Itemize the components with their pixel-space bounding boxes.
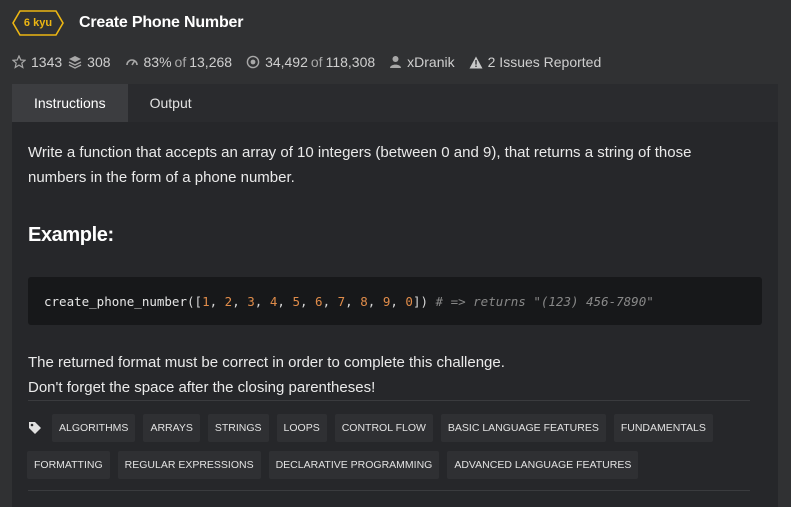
code-separator: , bbox=[209, 293, 225, 309]
example-heading: Example: bbox=[28, 224, 114, 246]
tag-strings[interactable]: STRINGS bbox=[207, 414, 269, 442]
code-separator: , bbox=[299, 293, 316, 309]
kata-title: Create Phone Number bbox=[79, 14, 244, 31]
kata-note: The returned format must be correct in o… bbox=[28, 350, 505, 400]
satisfaction-of: of bbox=[174, 54, 187, 70]
warning-icon bbox=[469, 56, 483, 69]
stars-stat[interactable]: 1343 bbox=[12, 54, 62, 70]
code-paren-close: ]) bbox=[412, 293, 436, 309]
user-icon bbox=[389, 55, 402, 69]
note-line-format: The returned format must be correct in o… bbox=[28, 354, 505, 371]
code-example: create_phone_number([1, 2, 3, 4, 5, 6, 7… bbox=[28, 277, 762, 325]
tag-declarative-programming[interactable]: DECLARATIVE PROGRAMMING bbox=[268, 451, 440, 479]
code-separator: , bbox=[345, 293, 361, 309]
kata-description: Write a function that accepts an array o… bbox=[28, 144, 692, 186]
tags-top-divider bbox=[28, 400, 750, 401]
code-number: 8 bbox=[360, 293, 368, 309]
code-separator: , bbox=[232, 293, 248, 309]
kyu-rank-label: 6 kyu bbox=[23, 17, 53, 29]
stars-count: 1343 bbox=[31, 54, 63, 70]
code-separator: , bbox=[254, 293, 270, 309]
code-comment: # => returns "(123) 456-7890" bbox=[435, 293, 654, 309]
code-number: 6 bbox=[315, 293, 323, 309]
satisfaction-icon bbox=[125, 55, 139, 69]
collection-icon bbox=[68, 55, 82, 69]
tag-control-flow[interactable]: CONTROL FLOW bbox=[334, 414, 433, 442]
code-separator: , bbox=[277, 293, 293, 309]
author-name: xDranik bbox=[407, 54, 455, 70]
collections-stat[interactable]: 308 bbox=[68, 54, 111, 70]
kata-stats: 1343 308 83% of 13,268 34,492 of 118,308… bbox=[12, 53, 615, 71]
completed-count: 34,492 bbox=[265, 54, 308, 70]
code-separator: , bbox=[322, 293, 338, 309]
author-stat[interactable]: xDranik bbox=[389, 54, 455, 70]
collections-count: 308 bbox=[87, 54, 111, 70]
issues-label: 2 Issues Reported bbox=[487, 54, 602, 70]
tag-formatting[interactable]: FORMATTING bbox=[27, 451, 110, 479]
code-number: 1 bbox=[202, 293, 210, 309]
completed-icon bbox=[246, 55, 260, 69]
tags-row-2: FORMATTING REGULAR EXPRESSIONS DECLARATI… bbox=[27, 451, 646, 479]
issues-stat[interactable]: 2 Issues Reported bbox=[469, 54, 602, 70]
kyu-rank-badge: 6 kyu bbox=[12, 10, 64, 36]
code-paren-open: ([ bbox=[187, 293, 203, 309]
tab-output[interactable]: Output bbox=[128, 84, 214, 122]
satisfaction-stat: 83% of 13,268 bbox=[125, 54, 233, 70]
code-number: 3 bbox=[247, 293, 255, 309]
star-icon bbox=[12, 55, 26, 69]
kata-panel: Instructions Output Write a function tha… bbox=[12, 84, 778, 507]
tags-bottom-divider bbox=[28, 490, 750, 491]
panel-tabs: Instructions Output bbox=[12, 84, 778, 122]
code-separator: , bbox=[367, 293, 383, 309]
code-function-name: create_phone_number bbox=[44, 293, 187, 309]
tag-regular-expressions[interactable]: REGULAR EXPRESSIONS bbox=[117, 451, 261, 479]
tag-fundamentals[interactable]: FUNDAMENTALS bbox=[613, 414, 713, 442]
note-line-space: Don't forget the space after the closing… bbox=[28, 379, 376, 396]
tags-row-1: ALGORITHMS ARRAYS STRINGS LOOPS CONTROL … bbox=[28, 414, 721, 442]
tag-loops[interactable]: LOOPS bbox=[276, 414, 327, 442]
satisfaction-percent: 83% bbox=[143, 54, 172, 70]
tag-arrays[interactable]: ARRAYS bbox=[143, 414, 200, 442]
tag-algorithms[interactable]: ALGORITHMS bbox=[52, 414, 136, 442]
tag-basic-language-features[interactable]: BASIC LANGUAGE FEATURES bbox=[440, 414, 606, 442]
tab-instructions[interactable]: Instructions bbox=[12, 84, 128, 122]
completed-of: of bbox=[310, 54, 323, 70]
code-number: 0 bbox=[405, 293, 413, 309]
code-separator: , bbox=[390, 293, 406, 309]
satisfaction-votes: 13,268 bbox=[189, 54, 233, 70]
tag-advanced-language-features[interactable]: ADVANCED LANGUAGE FEATURES bbox=[447, 451, 639, 479]
completed-stat: 34,492 of 118,308 bbox=[246, 54, 375, 70]
tag-icon bbox=[28, 421, 46, 435]
code-arguments: 1, 2, 3, 4, 5, 6, 7, 8, 9, 0 bbox=[202, 294, 413, 309]
attempted-count: 118,308 bbox=[325, 54, 376, 70]
kata-header: 6 kyu Create Phone Number bbox=[12, 10, 243, 36]
code-number: 5 bbox=[292, 293, 300, 309]
